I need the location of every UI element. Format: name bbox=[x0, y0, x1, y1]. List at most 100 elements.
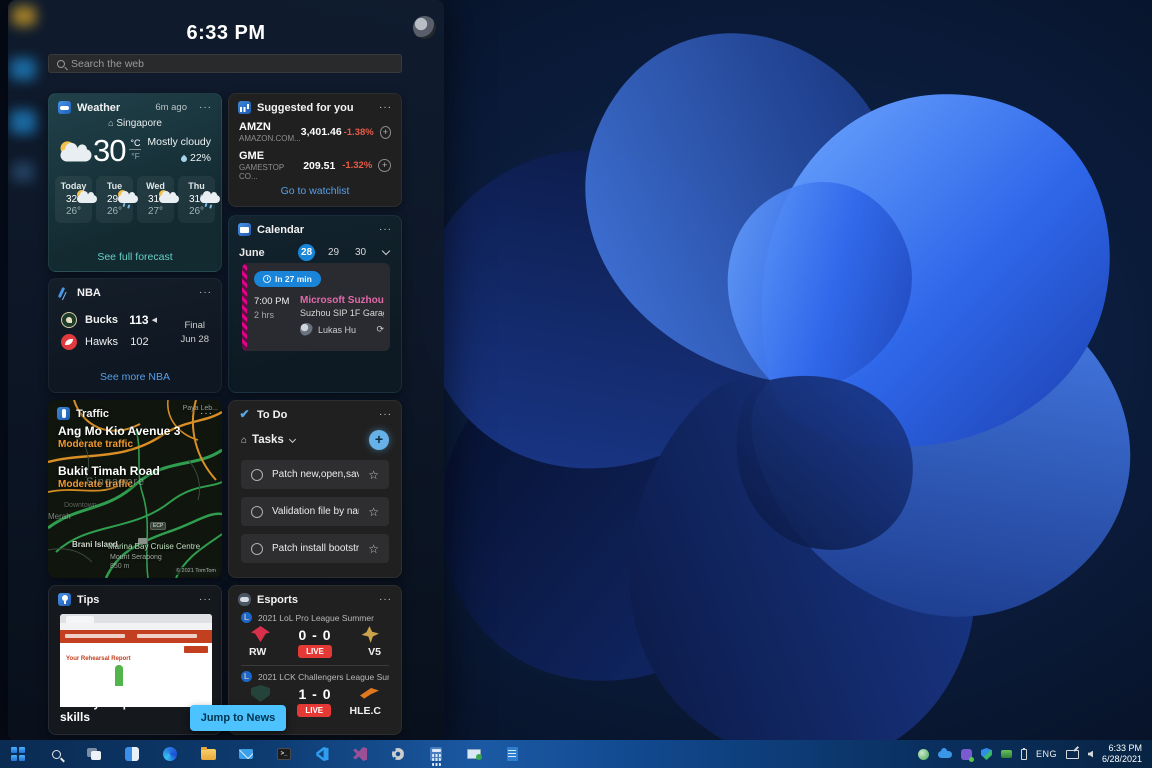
volume-icon[interactable] bbox=[1087, 750, 1093, 758]
task-item[interactable]: Validation file by name ☆ bbox=[241, 497, 389, 526]
search-button[interactable] bbox=[44, 742, 68, 766]
road-badge: ECP bbox=[150, 522, 167, 530]
bucks-logo bbox=[61, 312, 77, 328]
settings-gear-icon[interactable] bbox=[386, 742, 410, 766]
chevron-down-icon[interactable] bbox=[381, 246, 391, 256]
widget-title: Tips bbox=[77, 593, 100, 606]
home-icon: ⌂ bbox=[241, 434, 248, 446]
map-copyright: © 2021 TomTom bbox=[172, 567, 219, 575]
star-icon[interactable]: ☆ bbox=[368, 542, 379, 556]
add-to-watchlist-button[interactable]: + bbox=[378, 159, 391, 172]
more-options-button[interactable]: ··· bbox=[199, 287, 212, 298]
widgets-button[interactable] bbox=[120, 742, 144, 766]
forecast-day[interactable]: Thu 31° 26° bbox=[178, 176, 220, 223]
calendar-icon bbox=[238, 223, 251, 236]
user-avatar[interactable] bbox=[413, 16, 436, 39]
jump-to-news-button[interactable]: Jump to News bbox=[190, 705, 286, 731]
map-label: Mount Serapong bbox=[110, 554, 162, 561]
terminal-icon[interactable]: >_ bbox=[272, 742, 296, 766]
calendar-event-card[interactable]: In 27 min 7:00 PM 2 hrs Microsoft Suzhou… bbox=[242, 263, 390, 351]
stock-row[interactable]: AMZN AMAZON.COM... 3,401.46 -1.38% + bbox=[229, 117, 401, 146]
task-checkbox[interactable] bbox=[251, 468, 263, 481]
pc-status-icon[interactable] bbox=[462, 742, 486, 766]
traffic-road-name: Ang Mo Kio Avenue 3 bbox=[58, 424, 181, 438]
vscode-icon[interactable] bbox=[310, 742, 334, 766]
blurred-desktop-icon bbox=[10, 58, 36, 80]
task-view-button[interactable] bbox=[82, 742, 106, 766]
unit-toggle[interactable]: °C °F bbox=[129, 138, 142, 161]
traffic-widget[interactable]: Traffic ··· Ang Mo Kio Avenue 3 Moderate… bbox=[48, 400, 222, 578]
blurred-desktop-icon bbox=[12, 162, 34, 182]
web-search-bar[interactable] bbox=[48, 54, 402, 73]
forecast-day[interactable]: Today 32° 26° bbox=[55, 176, 97, 223]
more-options-button[interactable]: ··· bbox=[379, 102, 392, 113]
map-label: 850 m bbox=[110, 563, 130, 570]
game-date: Jun 28 bbox=[180, 334, 209, 346]
sync-icon[interactable]: ⟳ bbox=[376, 324, 384, 335]
task-list-name[interactable]: Tasks bbox=[252, 434, 284, 446]
task-item[interactable]: Patch install bootstrapp... ☆ bbox=[241, 534, 389, 563]
security-shield-icon[interactable] bbox=[980, 748, 992, 760]
stock-row[interactable]: GME GAMESTOP CO... 209.51 -1.32% + bbox=[229, 146, 401, 184]
match-score: 1 - 0 bbox=[298, 685, 332, 702]
start-button[interactable] bbox=[6, 742, 30, 766]
task-checkbox[interactable] bbox=[251, 505, 263, 518]
clock-icon bbox=[263, 275, 271, 283]
go-to-watchlist-link[interactable]: Go to watchlist bbox=[229, 185, 401, 197]
file-explorer-icon[interactable] bbox=[196, 742, 220, 766]
more-options-button[interactable]: ··· bbox=[199, 102, 212, 113]
see-full-forecast-link[interactable]: See full forecast bbox=[49, 251, 221, 263]
star-icon[interactable]: ☆ bbox=[368, 468, 379, 482]
live-badge: LIVE bbox=[297, 704, 332, 717]
chevron-down-icon[interactable] bbox=[288, 435, 296, 443]
calendar-date-selected[interactable]: 28 bbox=[298, 244, 315, 261]
mail-icon[interactable] bbox=[234, 742, 258, 766]
star-icon[interactable]: ☆ bbox=[368, 505, 379, 519]
search-input[interactable] bbox=[71, 57, 393, 70]
league-icon: L bbox=[241, 671, 252, 682]
tray-app-icon[interactable] bbox=[960, 748, 974, 762]
add-to-watchlist-button[interactable]: + bbox=[379, 125, 391, 139]
forecast-day[interactable]: Wed 31° 27° bbox=[137, 176, 179, 223]
onedrive-icon[interactable] bbox=[937, 747, 952, 758]
gamepad-icon bbox=[238, 593, 251, 606]
team-shield-logo bbox=[251, 685, 270, 702]
todo-widget[interactable]: ✔ To Do ··· ⌂ Tasks + Patch new,open,sav… bbox=[228, 400, 402, 578]
live-badge: LIVE bbox=[298, 645, 332, 658]
language-indicator[interactable]: ENG bbox=[1036, 749, 1057, 759]
sports-icon bbox=[57, 286, 71, 299]
visual-studio-icon[interactable] bbox=[348, 742, 372, 766]
tray-app-icon[interactable] bbox=[917, 748, 929, 760]
nba-widget[interactable]: NBA ··· Bucks 113 ◀ Hawks 102 ◀ Final Ju… bbox=[48, 278, 222, 393]
task-item[interactable]: Patch new,open,save,edi... ☆ bbox=[241, 460, 389, 489]
lightbulb-icon bbox=[58, 593, 71, 606]
stocks-widget[interactable]: Suggested for you ··· AMZN AMAZON.COM...… bbox=[228, 93, 402, 207]
team-score: 113 bbox=[129, 313, 149, 327]
more-options-button[interactable]: ··· bbox=[379, 409, 392, 420]
calendar-widget[interactable]: Calendar ··· June 28 29 30 In 27 min 7:0… bbox=[228, 215, 402, 393]
pen-display-icon[interactable] bbox=[1065, 749, 1079, 759]
task-checkbox[interactable] bbox=[251, 542, 263, 555]
league-row[interactable]: L 2021 LoL Pro League Summer bbox=[229, 609, 401, 623]
calendar-date[interactable]: 29 bbox=[325, 244, 342, 261]
more-options-button[interactable]: ··· bbox=[200, 408, 213, 419]
more-options-button[interactable]: ··· bbox=[379, 224, 392, 235]
league-row[interactable]: L 2021 LCK Challengers League Summer bbox=[229, 668, 401, 682]
notepad-icon[interactable] bbox=[500, 742, 524, 766]
edge-icon[interactable] bbox=[158, 742, 182, 766]
calculator-icon[interactable] bbox=[424, 742, 448, 766]
tray-clock[interactable]: 6:33 PM 6/28/2021 bbox=[1102, 743, 1142, 766]
forecast-day[interactable]: Tue 29° 26° bbox=[96, 176, 138, 223]
more-options-button[interactable]: ··· bbox=[199, 594, 212, 605]
traffic-status: Moderate traffic bbox=[58, 439, 134, 450]
stock-change: -1.38% bbox=[343, 126, 374, 138]
weather-widget[interactable]: Weather 6m ago ··· ⌂ Singapore 30 °C °F … bbox=[48, 93, 222, 272]
partly-cloudy-icon bbox=[56, 140, 96, 165]
calendar-date[interactable]: 30 bbox=[352, 244, 369, 261]
more-options-button[interactable]: ··· bbox=[379, 594, 392, 605]
add-task-button[interactable]: + bbox=[369, 430, 389, 450]
see-more-nba-link[interactable]: See more NBA bbox=[49, 371, 221, 383]
battery-icon[interactable] bbox=[1020, 747, 1027, 760]
stock-symbol: AMZN bbox=[239, 121, 271, 133]
tray-app-icon[interactable] bbox=[1000, 750, 1012, 758]
